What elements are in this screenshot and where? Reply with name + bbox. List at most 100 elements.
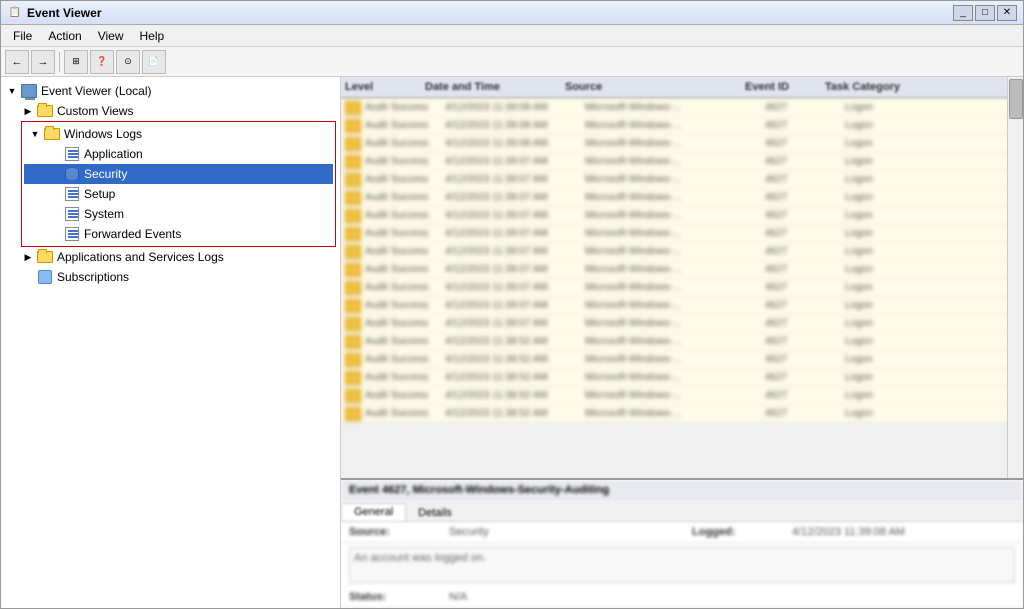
status-value: N/A xyxy=(449,591,1015,603)
maximize-button[interactable]: □ xyxy=(975,5,995,21)
status-label: Status: xyxy=(349,591,449,603)
table-row[interactable]: Audit Success 4/12/2023 11:38:52 AM Micr… xyxy=(341,333,1023,351)
cell-source-8: Microsoft-Windows-... xyxy=(585,246,765,257)
log-icon-forwarded xyxy=(64,226,80,242)
right-panel: Level Date and Time Source Event ID Task… xyxy=(341,77,1023,608)
cell-level-5: Audit Success xyxy=(365,192,445,203)
cell-datetime-9: 4/12/2023 11:39:07 AM xyxy=(445,264,585,275)
event-table-header: Level Date and Time Source Event ID Task… xyxy=(341,77,1023,99)
cell-source-10: Microsoft-Windows-... xyxy=(585,282,765,293)
show-hide-button[interactable]: ⊞ xyxy=(64,50,88,74)
new-log-button[interactable]: 📄 xyxy=(142,50,166,74)
event-rows[interactable]: Audit Success 4/12/2023 11:39:08 AM Micr… xyxy=(341,99,1023,478)
cell-datetime-14: 4/12/2023 11:38:52 AM xyxy=(445,354,585,365)
menu-file[interactable]: File xyxy=(5,27,40,45)
cell-category-8: Logon xyxy=(845,246,945,257)
table-row[interactable]: Audit Success 4/12/2023 11:38:52 AM Micr… xyxy=(341,351,1023,369)
properties-button[interactable]: ⊙ xyxy=(116,50,140,74)
menu-action[interactable]: Action xyxy=(40,27,89,45)
help-button[interactable]: ❓ xyxy=(90,50,114,74)
table-row[interactable]: Audit Success 4/12/2023 11:39:07 AM Micr… xyxy=(341,279,1023,297)
cell-category-5: Logon xyxy=(845,192,945,203)
subscriptions-icon xyxy=(37,269,53,285)
tree-item-application[interactable]: Application xyxy=(24,144,333,164)
table-row[interactable]: Audit Success 4/12/2023 11:38:52 AM Micr… xyxy=(341,405,1023,423)
cell-level-3: Audit Success xyxy=(365,156,445,167)
back-button[interactable]: ← xyxy=(5,50,29,74)
tree-label-security: Security xyxy=(84,167,127,181)
tab-details[interactable]: Details xyxy=(406,505,464,521)
scrollbar-thumb[interactable] xyxy=(1009,79,1023,119)
tree-item-forwarded-events[interactable]: Forwarded Events xyxy=(24,224,333,244)
windows-logs-group: ▼ Windows Logs Application Security xyxy=(21,121,336,247)
table-row[interactable]: Audit Success 4/12/2023 11:39:08 AM Micr… xyxy=(341,99,1023,117)
event-icon-3 xyxy=(345,155,361,169)
folder-icon-apps-services xyxy=(37,249,53,265)
security-icon xyxy=(64,166,80,182)
table-row[interactable]: Audit Success 4/12/2023 11:39:07 AM Micr… xyxy=(341,315,1023,333)
tree-item-custom-views[interactable]: ▶ Custom Views xyxy=(1,101,340,121)
table-row[interactable]: Audit Success 4/12/2023 11:39:07 AM Micr… xyxy=(341,189,1023,207)
expand-forwarded-icon xyxy=(48,227,62,241)
tree-item-security[interactable]: Security xyxy=(24,164,333,184)
table-row[interactable]: Audit Success 4/12/2023 11:38:52 AM Micr… xyxy=(341,387,1023,405)
logged-value: 4/12/2023 11:39:08 AM xyxy=(792,526,1015,538)
tree-root[interactable]: ▼ Event Viewer (Local) xyxy=(1,81,340,101)
cell-source-5: Microsoft-Windows-... xyxy=(585,192,765,203)
title-bar-controls: _ □ ✕ xyxy=(953,5,1017,21)
table-row[interactable]: Audit Success 4/12/2023 11:39:07 AM Micr… xyxy=(341,153,1023,171)
expand-subscriptions-icon xyxy=(21,270,35,284)
tree-item-system[interactable]: System xyxy=(24,204,333,224)
menu-help[interactable]: Help xyxy=(132,27,173,45)
tree-item-apps-services[interactable]: ▶ Applications and Services Logs xyxy=(1,247,340,267)
event-icon-0 xyxy=(345,101,361,115)
table-row[interactable]: Audit Success 4/12/2023 11:39:07 AM Micr… xyxy=(341,207,1023,225)
tree-item-windows-logs[interactable]: ▼ Windows Logs xyxy=(24,124,333,144)
event-icon-2 xyxy=(345,137,361,151)
tree-label-apps-services: Applications and Services Logs xyxy=(57,250,224,264)
table-row[interactable]: Audit Success 4/12/2023 11:38:52 AM Micr… xyxy=(341,369,1023,387)
tree-item-setup[interactable]: Setup xyxy=(24,184,333,204)
table-row[interactable]: Audit Success 4/12/2023 11:39:07 AM Micr… xyxy=(341,261,1023,279)
close-button[interactable]: ✕ xyxy=(997,5,1017,21)
menu-bar: File Action View Help xyxy=(1,25,1023,47)
cell-eventid-10: 4627 xyxy=(765,282,845,293)
cell-eventid-6: 4627 xyxy=(765,210,845,221)
table-row[interactable]: Audit Success 4/12/2023 11:39:07 AM Micr… xyxy=(341,243,1023,261)
event-description: An account was logged on. xyxy=(349,547,1015,583)
cell-source-1: Microsoft-Windows-... xyxy=(585,120,765,131)
col-level: Level xyxy=(345,81,425,93)
menu-view[interactable]: View xyxy=(90,27,132,45)
event-icon-8 xyxy=(345,245,361,259)
title-bar: 📋 Event Viewer _ □ ✕ xyxy=(1,1,1023,25)
event-title: Event 4627, Microsoft-Windows-Security-A… xyxy=(349,484,609,496)
cell-category-11: Logon xyxy=(845,300,945,311)
cell-level-0: Audit Success xyxy=(365,102,445,113)
table-row[interactable]: Audit Success 4/12/2023 11:39:08 AM Micr… xyxy=(341,117,1023,135)
scrollbar-area[interactable] xyxy=(1007,77,1023,478)
table-row[interactable]: Audit Success 4/12/2023 11:39:07 AM Micr… xyxy=(341,225,1023,243)
forward-button[interactable]: → xyxy=(31,50,55,74)
cell-datetime-1: 4/12/2023 11:39:08 AM xyxy=(445,120,585,131)
minimize-button[interactable]: _ xyxy=(953,5,973,21)
tab-general[interactable]: General xyxy=(341,503,406,521)
event-icon-14 xyxy=(345,353,361,367)
table-row[interactable]: Audit Success 4/12/2023 11:39:08 AM Micr… xyxy=(341,135,1023,153)
event-list-container[interactable]: Level Date and Time Source Event ID Task… xyxy=(341,77,1023,478)
event-icon-7 xyxy=(345,227,361,241)
table-row[interactable]: Audit Success 4/12/2023 11:39:07 AM Micr… xyxy=(341,297,1023,315)
cell-datetime-0: 4/12/2023 11:39:08 AM xyxy=(445,102,585,113)
cell-level-13: Audit Success xyxy=(365,336,445,347)
event-icon-12 xyxy=(345,317,361,331)
tree-label-custom-views: Custom Views xyxy=(57,104,133,118)
cell-level-14: Audit Success xyxy=(365,354,445,365)
tree-item-subscriptions[interactable]: Subscriptions xyxy=(1,267,340,287)
table-row[interactable]: Audit Success 4/12/2023 11:39:07 AM Micr… xyxy=(341,171,1023,189)
event-icon-16 xyxy=(345,389,361,403)
cell-eventid-9: 4627 xyxy=(765,264,845,275)
cell-datetime-12: 4/12/2023 11:39:07 AM xyxy=(445,318,585,329)
cell-source-11: Microsoft-Windows-... xyxy=(585,300,765,311)
col-source: Source xyxy=(565,81,745,93)
cell-datetime-17: 4/12/2023 11:38:52 AM xyxy=(445,408,585,419)
cell-datetime-16: 4/12/2023 11:38:52 AM xyxy=(445,390,585,401)
